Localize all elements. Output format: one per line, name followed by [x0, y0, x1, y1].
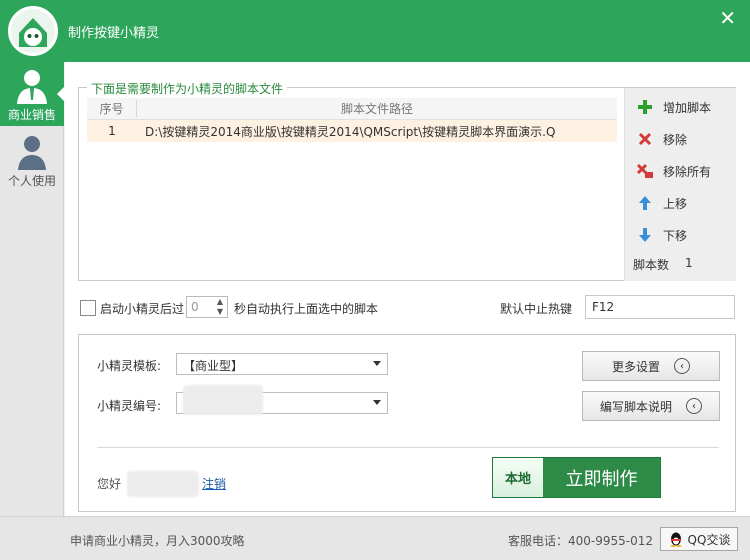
qq-chat-button[interactable]: QQ交谈	[660, 527, 738, 551]
script-actions: 增加脚本 移除 移除所有 上移 下移 脚本数 1	[624, 88, 736, 281]
redacted-id	[183, 385, 263, 415]
template-value: 【商业型】	[183, 359, 244, 373]
script-count-value: 1	[685, 256, 693, 270]
write-description-button[interactable]: 编写脚本说明 ‹	[582, 391, 720, 421]
sidebar: 商业销售 个人使用	[0, 62, 65, 516]
plus-icon	[635, 97, 655, 117]
chevron-left-icon: ‹	[686, 398, 702, 414]
chevron-down-icon	[373, 361, 381, 370]
arrow-down-icon	[635, 225, 655, 245]
write-description-label: 编写脚本说明	[599, 399, 672, 414]
scripts-legend: 下面是需要制作为小精灵的脚本文件	[87, 80, 288, 97]
hotkey-input[interactable]: F12	[585, 295, 735, 319]
row-path: D:\按键精灵2014商业版\按键精灵2014\QMScript\按键精灵脚本界…	[145, 124, 556, 139]
id-select[interactable]	[176, 385, 388, 415]
autorun-label-after: 秒自动执行上面选中的脚本	[234, 302, 379, 316]
footer-bar: 申请商业小精灵，月入3000攻略 客服电话：400-9955-012 QQ交谈	[0, 516, 750, 560]
move-down-label: 下移	[663, 228, 688, 243]
add-script-label: 增加脚本	[663, 100, 712, 115]
move-up-label: 上移	[663, 196, 688, 211]
logout-link[interactable]: 注销	[202, 475, 226, 492]
autorun-checkbox[interactable]	[80, 300, 96, 316]
more-settings-label: 更多设置	[611, 359, 660, 374]
redacted-username	[127, 471, 199, 497]
app-logo-icon	[19, 18, 47, 47]
column-header-index[interactable]: 序号	[87, 100, 137, 117]
move-up-button[interactable]: 上移	[635, 192, 687, 214]
stepper-down-icon[interactable]: ▼	[213, 307, 227, 317]
script-count: 脚本数 1	[633, 256, 693, 273]
settings-group: 小精灵模板: 【商业型】 小精灵编号: 更多设置 ‹ 编写脚本说明 ‹ 您好 注…	[78, 334, 736, 512]
sidebar-item-business[interactable]: 商业销售	[0, 62, 65, 126]
chevron-left-icon: ‹	[674, 358, 690, 374]
autorun-label-before: 启动小精灵后过	[100, 302, 185, 316]
row-index: 1	[108, 124, 116, 138]
remove-button[interactable]: 移除	[635, 128, 687, 150]
remove-icon	[635, 129, 655, 149]
scripts-group: 下面是需要制作为小精灵的脚本文件 序号 脚本文件路径 1 D:\按键精灵2014…	[78, 80, 736, 281]
arrow-up-icon	[635, 193, 655, 213]
business-user-icon	[17, 70, 47, 104]
stepper-up-icon[interactable]: ▲	[213, 297, 227, 307]
title-bar: 制作按键小精灵 ✕	[0, 0, 750, 62]
hotkey-label: 默认中止热键	[500, 302, 573, 316]
chevron-down-icon	[373, 400, 381, 409]
table-row[interactable]: 1 D:\按键精灵2014商业版\按键精灵2014\QMScript\按键精灵脚…	[87, 120, 617, 142]
remove-all-button[interactable]: 移除所有	[635, 160, 711, 182]
qq-chat-label: QQ交谈	[687, 532, 731, 547]
autorun-seconds-value: 0	[191, 300, 199, 314]
add-script-button[interactable]: 增加脚本	[635, 96, 711, 118]
script-count-label: 脚本数	[633, 258, 670, 272]
content-area: 下面是需要制作为小精灵的脚本文件 序号 脚本文件路径 1 D:\按键精灵2014…	[65, 62, 750, 516]
remove-all-label: 移除所有	[663, 164, 712, 179]
sidebar-item-label: 商业销售	[7, 108, 56, 122]
table-header: 序号 脚本文件路径	[87, 98, 617, 120]
main-window: 制作按键小精灵 ✕ 商业销售 个人使用 下面是需要制作为小精灵的脚本文件 序号	[0, 0, 750, 560]
sidebar-item-personal[interactable]: 个人使用	[0, 128, 64, 192]
autorun-row: 启动小精灵后过 0 ▲ ▼ 秒自动执行上面选中的脚本 默认中止热键 F12	[80, 295, 740, 320]
window-title: 制作按键小精灵	[68, 26, 160, 41]
remove-all-icon	[635, 161, 655, 181]
divider	[97, 447, 719, 448]
column-header-path[interactable]: 脚本文件路径	[137, 100, 617, 117]
autorun-seconds-stepper[interactable]: 0 ▲ ▼	[186, 296, 228, 318]
move-down-button[interactable]: 下移	[635, 224, 687, 246]
close-button[interactable]: ✕	[719, 6, 736, 30]
local-label: 本地	[493, 458, 543, 497]
personal-user-icon	[18, 136, 46, 170]
support-phone: 客服电话：400-9955-012	[508, 534, 654, 548]
greeting-label: 您好	[97, 477, 122, 491]
make-now-label: 立即制作	[565, 468, 638, 490]
promo-link[interactable]: 申请商业小精灵，月入3000攻略	[70, 532, 245, 549]
more-settings-button[interactable]: 更多设置 ‹	[582, 351, 720, 381]
qq-penguin-icon	[670, 532, 682, 547]
scripts-table[interactable]: 序号 脚本文件路径 1 D:\按键精灵2014商业版\按键精灵2014\QMSc…	[87, 98, 617, 278]
template-label: 小精灵模板:	[97, 359, 162, 373]
remove-label: 移除	[663, 132, 688, 147]
make-now-button[interactable]: 本地 立即制作	[492, 457, 661, 498]
template-select[interactable]: 【商业型】	[176, 353, 388, 375]
sidebar-item-label: 个人使用	[7, 174, 56, 188]
app-logo	[8, 6, 58, 56]
id-label: 小精灵编号:	[97, 399, 162, 413]
